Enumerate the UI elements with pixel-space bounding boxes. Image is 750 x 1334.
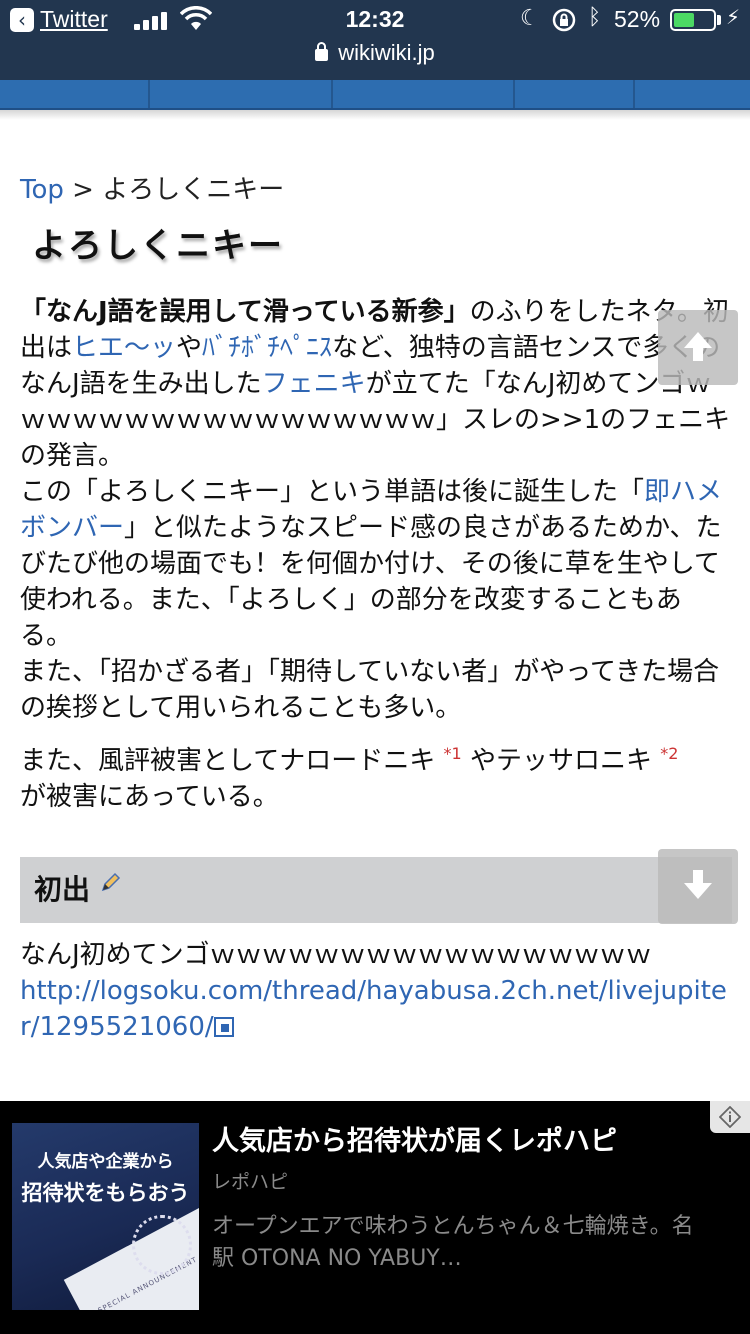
section-body: なんJ初めてンゴｗｗｗｗｗｗｗｗｗｗｗｗｗｗｗｗｗ http://logsoku… <box>20 937 732 1045</box>
battery-percent: 52% <box>614 6 661 32</box>
link-hie[interactable]: ヒエ〜ッ <box>72 333 176 363</box>
section-text: なんJ初めてンゴｗｗｗｗｗｗｗｗｗｗｗｗｗｗｗｗｗ <box>20 940 652 970</box>
article-content: Top > よろしくニキー よろしくニキー 「なんJ語を誤用して滑っている新参」… <box>20 172 732 1045</box>
breadcrumb-current: よろしくニキー <box>102 175 285 205</box>
rotation-lock-icon <box>552 8 576 32</box>
intro-paragraph: 「なんJ語を誤用して滑っている新参」のふりをしたネタ。初出はヒエ〜ッやﾊﾞﾁﾎﾞ… <box>20 294 732 726</box>
url-text: wikiwiki.jp <box>338 40 435 65</box>
text-run: また、風評被害としてナロードニキ <box>20 746 436 776</box>
footnote-1-link[interactable]: *1 <box>444 744 462 763</box>
ad-image-pearls <box>132 1215 192 1275</box>
secure-lock-icon <box>315 42 329 61</box>
external-link-icon[interactable] <box>213 1017 234 1037</box>
footnote-2-link[interactable]: *2 <box>660 744 678 763</box>
ad-source: レポハピ <box>212 1171 289 1193</box>
text-run: やテッサロニキ <box>469 746 652 776</box>
scroll-up-arrow-icon <box>684 332 712 361</box>
section-heading-text: 初出 <box>34 873 91 906</box>
ad-image-line2: 招待状をもらおう <box>21 1181 190 1205</box>
ad-banner[interactable]: 人気店や企業から 招待状をもらおう SPECIAL ANNOUNCEMENT 人… <box>0 1101 750 1334</box>
reputation-paragraph: また、風評被害としてナロードニキ *1 やテッサロニキ *2 が被害にあっている。 <box>20 736 732 815</box>
ad-title[interactable]: 人気店から招待状が届くレポハピ <box>212 1119 617 1158</box>
status-bar: ‹ Twitter 12:32 ☾ ᛒ 52% ⚡ wikiwiki.jp <box>0 0 750 80</box>
url-bar[interactable]: wikiwiki.jp <box>0 40 750 66</box>
section-url-line: http://logsoku.com/thread/hayabusa.2ch.n… <box>20 973 732 1045</box>
bluetooth-icon: ᛒ <box>588 5 602 30</box>
nav-shadow <box>0 110 750 120</box>
charging-bolt-icon: ⚡ <box>726 5 741 29</box>
nav-tab-1[interactable] <box>0 80 150 108</box>
ad-description[interactable]: オープンエアで味わうとんちゃん＆七輪焼き。名駅 OTONA NO YABUY… <box>212 1211 712 1275</box>
text-run: 」と似たようなスピード感の良さがあるためか、たびたび他の場面でも！を何個か付け、… <box>20 513 722 651</box>
ad-image[interactable]: 人気店や企業から 招待状をもらおう SPECIAL ANNOUNCEMENT <box>12 1123 199 1310</box>
breadcrumb-top-link[interactable]: Top <box>20 175 64 205</box>
section-heading: 初出 <box>20 857 732 923</box>
page-title: よろしくニキー <box>32 226 284 266</box>
ad-info-icon <box>719 1106 741 1128</box>
site-nav-bar <box>0 80 750 110</box>
source-thread-link[interactable]: http://logsoku.com/thread/hayabusa.2ch.n… <box>20 976 727 1042</box>
ad-image-line1: 人気店や企業から <box>37 1152 174 1172</box>
text-run: また、「招かざる者」「期待していない者」がやってきた場合の挨拶として用いられるこ… <box>20 657 720 723</box>
scroll-up-button[interactable] <box>658 310 738 385</box>
nav-tab-4[interactable] <box>515 80 635 108</box>
nav-tab-5[interactable] <box>635 80 750 108</box>
text-run: や <box>176 333 203 363</box>
link-bachibochi[interactable]: ﾊﾞﾁﾎﾞﾁﾍﾟﾆｽ <box>202 333 332 363</box>
nav-tab-2[interactable] <box>150 80 333 108</box>
link-feniki[interactable]: フェニキ <box>262 369 366 399</box>
do-not-disturb-icon: ☾ <box>520 6 540 31</box>
scroll-down-arrow-icon <box>684 870 712 899</box>
text-run: が被害にあっている。 <box>20 782 279 812</box>
scroll-down-button[interactable] <box>658 849 738 924</box>
battery-fill <box>674 13 694 27</box>
ad-info-button[interactable] <box>710 1101 750 1133</box>
breadcrumb: Top > よろしくニキー <box>20 172 732 208</box>
battery-tip <box>717 15 721 25</box>
nav-tab-3[interactable] <box>333 80 515 108</box>
battery-icon <box>670 9 716 31</box>
edit-pencil-icon[interactable] <box>100 871 122 893</box>
text-run: この「よろしくニキー」という単語は後に誕生した「 <box>20 477 645 507</box>
bold-quote: 「なんJ語を誤用して滑っている新参」 <box>20 297 470 327</box>
breadcrumb-separator: > <box>63 175 103 205</box>
